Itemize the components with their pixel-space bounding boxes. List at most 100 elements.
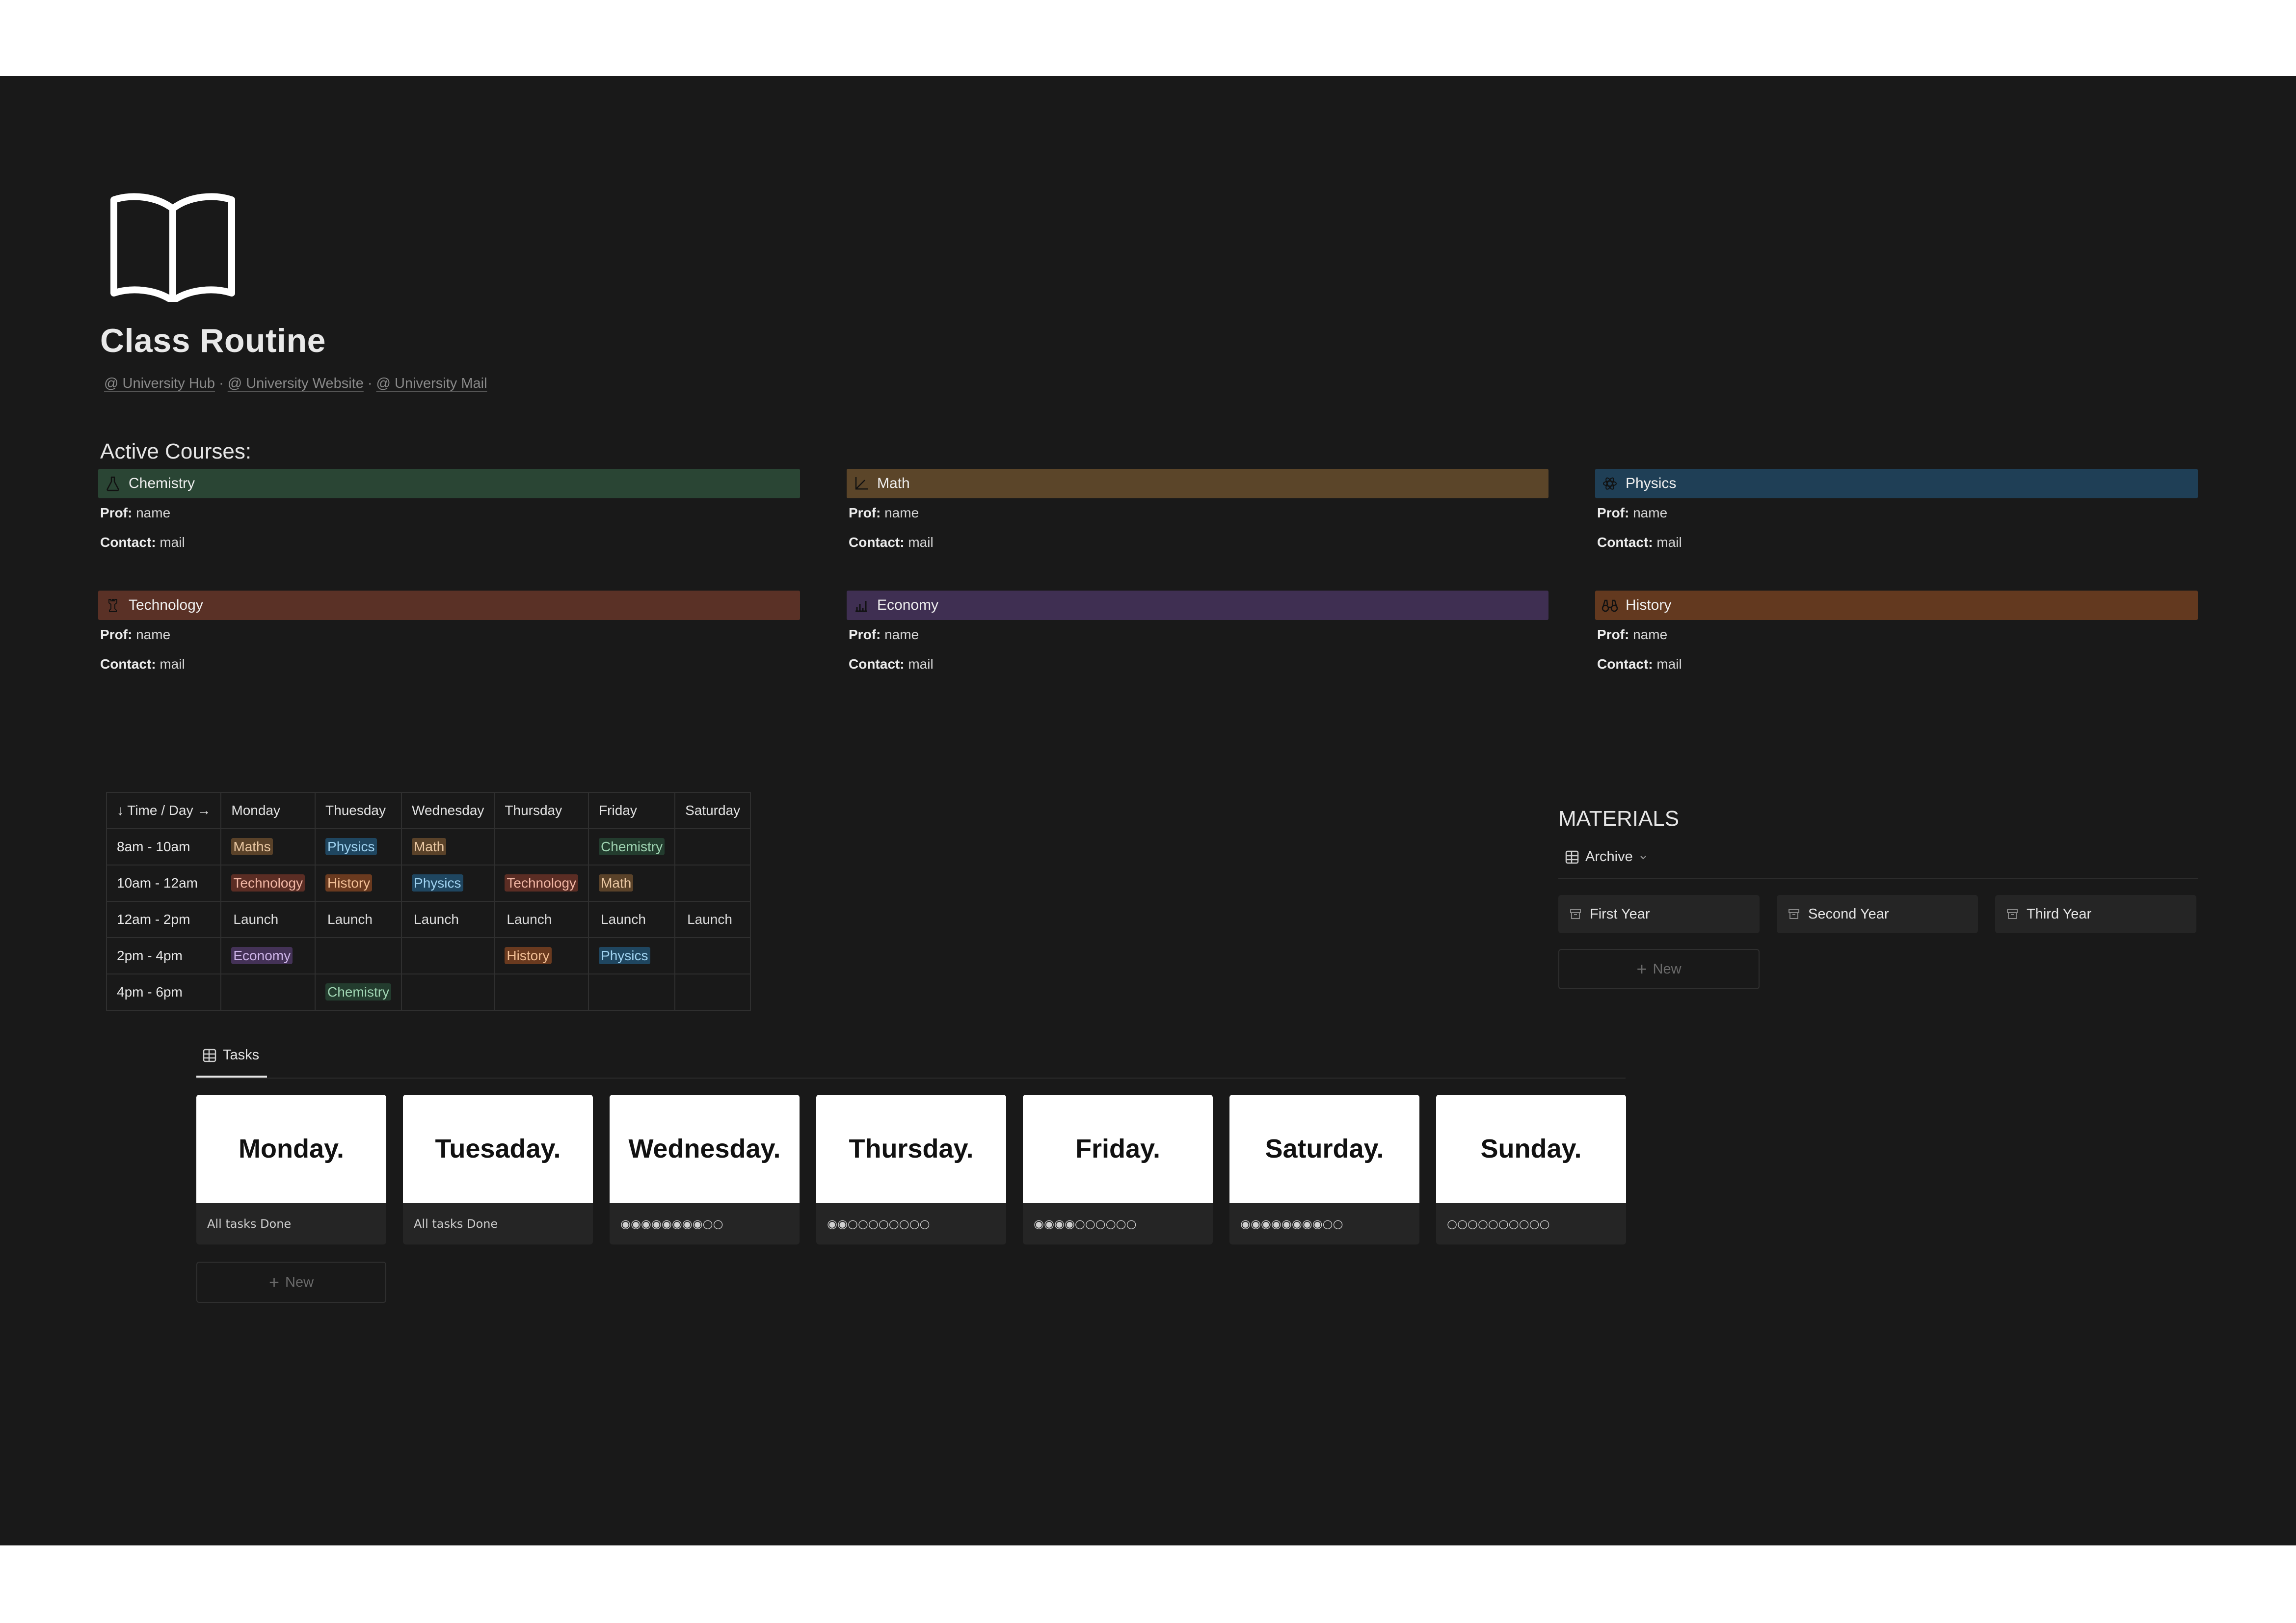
schedule-cell[interactable]: Physics <box>588 937 676 974</box>
schedule-cell[interactable]: Launch <box>674 901 751 938</box>
link-university-website[interactable]: @ University Website <box>228 376 364 391</box>
header-tuesday: Thuesday <box>315 792 402 829</box>
tasks-divider <box>196 1078 1626 1079</box>
schedule-cell[interactable]: Technology <box>220 865 316 902</box>
course-header[interactable]: Physics <box>1595 469 2198 498</box>
archive-view-tab[interactable]: Archive <box>1565 849 1648 865</box>
materials-card-second-year[interactable]: Second Year <box>1777 895 1978 933</box>
schedule-cell[interactable]: Math <box>588 865 676 902</box>
course-tag: Math <box>599 874 634 892</box>
contact-value: mail <box>908 535 934 550</box>
day-card-wednesday[interactable]: Wednesday. ◉◉◉◉◉◉◉◉○○ <box>610 1095 800 1244</box>
contact-label: Contact: <box>1597 535 1653 550</box>
contact-label: Contact: <box>100 535 156 550</box>
course-header[interactable]: Technology <box>98 591 800 620</box>
materials-card-label: First Year <box>1590 906 1650 922</box>
course-tag: Physics <box>412 874 463 892</box>
schedule-cell[interactable]: Launch <box>220 901 316 938</box>
course-tag: Physics <box>599 947 650 964</box>
schedule-cell[interactable]: History <box>494 937 589 974</box>
contact-value: mail <box>1656 535 1682 550</box>
schedule-cell[interactable]: Chemistry <box>315 974 402 1011</box>
materials-card-label: Third Year <box>2027 906 2092 922</box>
link-university-hub[interactable]: @ University Hub <box>104 376 215 391</box>
schedule-cell[interactable]: Math <box>401 828 495 866</box>
course-header[interactable]: Economy <box>847 591 1548 620</box>
day-status: All tasks Done <box>414 1217 498 1231</box>
course-header[interactable]: Chemistry <box>98 469 800 498</box>
schedule-cell[interactable] <box>674 937 751 974</box>
header-time-day: ↓ Time / Day → <box>106 792 222 829</box>
day-cover: Thursday. <box>816 1095 1006 1203</box>
table-icon <box>1565 850 1579 865</box>
time-slot: 12am - 2pm <box>106 901 222 938</box>
day-status: ◉◉◉◉○○○○○○ <box>1034 1217 1137 1231</box>
schedule-cell[interactable] <box>315 937 402 974</box>
day-card-friday[interactable]: Friday. ◉◉◉◉○○○○○○ <box>1023 1095 1213 1244</box>
day-card-thursday[interactable]: Thursday. ◉◉○○○○○○○○ <box>816 1095 1006 1244</box>
schedule-row: 10am - 12am Technology History Physics Techn… <box>106 865 751 902</box>
day-card-saturday[interactable]: Saturday. ◉◉◉◉◉◉◉◉○○ <box>1229 1095 1419 1244</box>
course-header[interactable]: Math <box>847 469 1548 498</box>
schedule-cell[interactable]: Chemistry <box>588 828 676 866</box>
day-card-tuesday[interactable]: Tuesaday. All tasks Done <box>403 1095 593 1244</box>
course-tag: Technology <box>505 874 579 892</box>
schedule-cell[interactable]: Launch <box>401 901 495 938</box>
schedule-cell[interactable] <box>401 974 495 1011</box>
schedule-row: 12am - 2pm Launch Launch Launch Launch Launch… <box>106 901 751 938</box>
day-card-monday[interactable]: Monday. All tasks Done <box>196 1095 386 1244</box>
schedule-cell[interactable]: Physics <box>315 828 402 866</box>
contact-label: Contact: <box>849 535 905 550</box>
schedule-cell[interactable]: Technology <box>494 865 589 902</box>
schedule-cell[interactable] <box>494 828 589 866</box>
course-tag: Chemistry <box>599 838 665 855</box>
plus-icon: + <box>268 1272 279 1292</box>
schedule-cell[interactable] <box>401 937 495 974</box>
course-prof: Prof: name <box>100 498 800 528</box>
schedule-cell[interactable] <box>674 865 751 902</box>
schedule-cell[interactable]: Economy <box>220 937 316 974</box>
page-title: Class Routine <box>100 322 326 359</box>
atom-icon <box>1601 475 1619 492</box>
schedule-cell[interactable] <box>674 828 751 866</box>
materials-card-first-year[interactable]: First Year <box>1558 895 1760 933</box>
schedule-cell[interactable]: Launch <box>588 901 676 938</box>
materials-card-label: Second Year <box>1808 906 1889 922</box>
schedule-cell[interactable]: Physics <box>401 865 495 902</box>
schedule-cell[interactable]: Launch <box>315 901 402 938</box>
active-courses-heading: Active Courses: <box>100 439 252 463</box>
course-tag: Launch <box>687 912 732 927</box>
contact-value: mail <box>1656 656 1682 672</box>
chart-icon <box>853 596 870 614</box>
course-prof: Prof: name <box>849 498 1548 528</box>
header-monday: Monday <box>220 792 316 829</box>
course-name: Physics <box>1626 475 1677 491</box>
course-name: Economy <box>877 597 939 613</box>
chess-rook-icon <box>104 596 122 614</box>
course-tag: History <box>505 947 552 964</box>
schedule-cell[interactable]: Maths <box>220 828 316 866</box>
binoculars-icon <box>1601 596 1619 614</box>
tasks-view-tab[interactable]: Tasks <box>202 1047 259 1063</box>
contact-value: mail <box>160 535 185 550</box>
day-cover: Tuesaday. <box>403 1095 593 1203</box>
schedule-cell[interactable] <box>220 974 316 1011</box>
materials-card-third-year[interactable]: Third Year <box>1995 895 2196 933</box>
header-thursday: Thursday <box>494 792 589 829</box>
course-tag: Chemistry <box>325 983 392 1001</box>
schedule-cell[interactable]: Launch <box>494 901 589 938</box>
schedule-cell[interactable] <box>674 974 751 1011</box>
course-header[interactable]: History <box>1595 591 2198 620</box>
prof-value: name <box>884 505 919 520</box>
schedule-cell[interactable]: History <box>315 865 402 902</box>
book-icon[interactable] <box>107 189 239 304</box>
course-tag: History <box>325 874 373 892</box>
schedule-cell[interactable] <box>588 974 676 1011</box>
link-university-mail[interactable]: @ University Mail <box>376 376 487 391</box>
day-card-sunday[interactable]: Sunday. ○○○○○○○○○○ <box>1436 1095 1626 1244</box>
schedule-cell[interactable] <box>494 974 589 1011</box>
course-name: History <box>1626 597 1672 613</box>
schedule-body: 8am - 10am Maths Physics Math Chemistry 10am … <box>106 828 751 1011</box>
materials-new-button[interactable]: + New <box>1558 949 1760 989</box>
tasks-new-button[interactable]: + New <box>196 1262 386 1303</box>
